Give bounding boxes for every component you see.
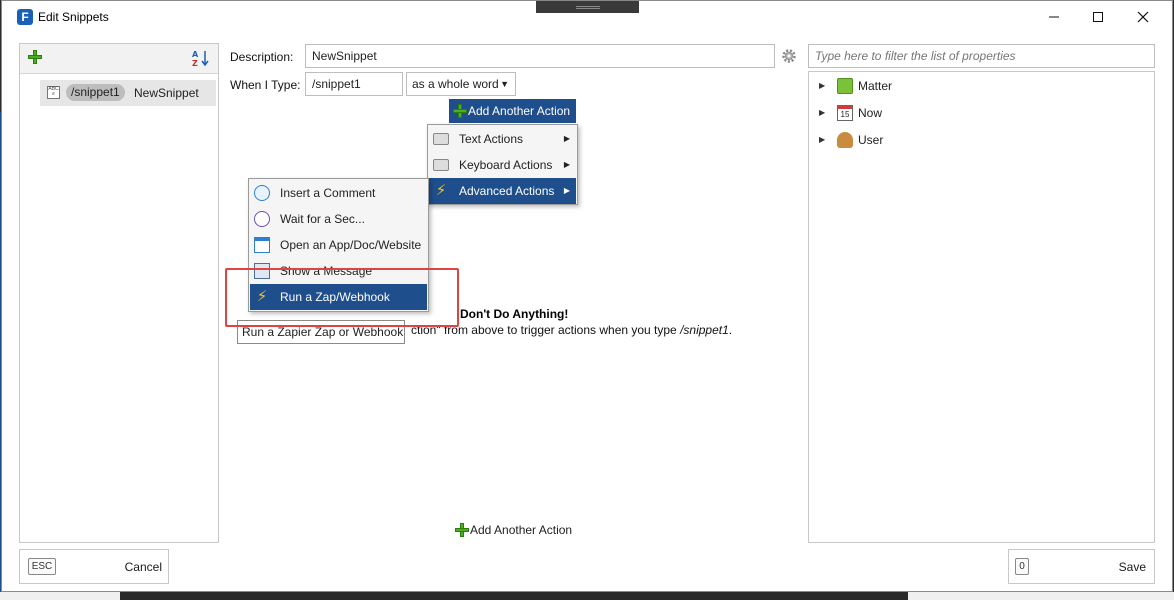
svg-text:Z: Z	[192, 59, 198, 67]
maximize-button[interactable]	[1075, 1, 1121, 31]
add-another-action-button-bottom[interactable]: Add Another Action	[451, 518, 578, 542]
description-label: Description:	[230, 50, 294, 64]
close-button[interactable]	[1120, 1, 1166, 31]
save-key-hint: 0	[1015, 558, 1029, 575]
abbreviation-field[interactable]: /snippet1	[305, 72, 403, 96]
match-mode-value: as a whole word	[412, 77, 499, 91]
snippet-text-icon: ABC ≡	[47, 86, 60, 99]
empty-state-snippet: /snippet1	[680, 323, 729, 337]
snippet-list-item[interactable]: ABC ≡ /snippet1 NewSnippet	[40, 80, 216, 106]
desktop-dark-strip	[120, 592, 908, 600]
minimize-icon	[1049, 16, 1059, 18]
keyboard-icon	[433, 133, 449, 145]
menu-item-label: Advanced Actions	[459, 184, 555, 198]
menu-item-label: Keyboard Actions	[459, 158, 553, 172]
settings-button[interactable]	[781, 48, 797, 64]
submenu-arrow-icon: ▶	[563, 186, 570, 195]
comment-icon	[254, 185, 270, 201]
tree-item-label: User	[858, 133, 884, 147]
window-icon	[254, 237, 270, 253]
window-title: Edit Snippets	[38, 10, 109, 24]
add-snippet-button[interactable]	[28, 50, 45, 66]
maximize-icon	[1093, 12, 1103, 23]
cancel-button[interactable]: ESC Cancel	[19, 549, 169, 584]
gear-icon	[782, 49, 796, 63]
expand-arrow-icon[interactable]: ▶	[819, 129, 825, 151]
menu-item-wait[interactable]: Wait for a Sec...	[250, 206, 427, 232]
submenu-arrow-icon: ▶	[563, 134, 570, 143]
close-icon	[1137, 11, 1149, 23]
empty-state-title: Don't Do Anything!	[460, 307, 569, 321]
expand-arrow-icon[interactable]: ▶	[819, 102, 825, 124]
svg-text:A: A	[192, 50, 199, 59]
add-action-label: Add Another Action	[470, 523, 573, 537]
drag-grip[interactable]	[536, 1, 639, 13]
submenu-arrow-icon: ▶	[563, 160, 570, 169]
snippet-list-toolbar: A Z	[20, 44, 218, 74]
esc-key-hint: ESC	[28, 558, 56, 575]
app-logo-icon: F	[17, 9, 33, 25]
edit-snippets-window: F Edit Snippets A Z ABC ≡ /snippet1 NewS…	[1, 0, 1173, 592]
snippet-name: NewSnippet	[134, 86, 199, 100]
calendar-icon: 15	[837, 105, 853, 121]
cancel-label: Cancel	[124, 560, 162, 574]
clock-icon	[254, 211, 270, 227]
title-bar: F Edit Snippets	[2, 1, 1172, 33]
snippet-abbreviation: /snippet1	[66, 84, 125, 101]
when-i-type-label: When I Type:	[230, 78, 301, 92]
keyboard-icon	[433, 159, 449, 171]
menu-item-label: Insert a Comment	[280, 186, 376, 200]
menu-item-label: Open an App/Doc/Website	[280, 238, 422, 252]
match-mode-dropdown[interactable]: as a whole word ▼	[406, 72, 516, 96]
save-button[interactable]: 0 Save	[1008, 549, 1155, 584]
chevron-down-icon: ▼	[500, 79, 509, 89]
sort-az-icon: A Z	[192, 50, 209, 68]
sort-button[interactable]: A Z	[192, 49, 210, 70]
tree-item-label: Now	[858, 106, 883, 120]
menu-item-label: Wait for a Sec...	[280, 212, 365, 226]
empty-state-body: ction" from above to trigger actions whe…	[411, 323, 732, 337]
menu-item-advanced-actions[interactable]: ⚡ Advanced Actions ▶	[429, 178, 576, 204]
menu-item-insert-comment[interactable]: Insert a Comment	[250, 180, 427, 206]
folder-icon	[837, 78, 853, 94]
minimize-button[interactable]	[1031, 1, 1077, 31]
action-menu: Text Actions ▶ Keyboard Actions ▶ ⚡ Adva…	[427, 124, 578, 205]
description-field[interactable]: NewSnippet	[305, 44, 775, 68]
plus-icon	[455, 523, 469, 537]
tree-item-label: Matter	[858, 79, 893, 93]
save-label: Save	[1118, 560, 1146, 574]
plus-icon	[28, 50, 44, 66]
expand-arrow-icon[interactable]: ▶	[819, 75, 825, 97]
snippet-list-panel: A Z ABC ≡ /snippet1 NewSnippet	[19, 43, 219, 543]
property-filter-input[interactable]	[808, 44, 1155, 68]
menu-item-text-actions[interactable]: Text Actions ▶	[429, 126, 576, 152]
properties-panel: ▶ Matter ▶ 15 Now ▶ User	[808, 71, 1155, 543]
add-action-label: Add Another Action	[468, 104, 571, 118]
empty-state-suffix: .	[728, 323, 733, 337]
highlight-box	[225, 268, 459, 327]
plus-icon	[453, 104, 467, 118]
user-icon	[837, 132, 853, 148]
menu-item-open-app[interactable]: Open an App/Doc/Website	[250, 232, 427, 258]
add-another-action-button-top[interactable]: Add Another Action	[449, 99, 577, 123]
menu-item-label: Text Actions	[459, 132, 524, 146]
lightning-icon: ⚡	[435, 182, 447, 199]
menu-item-keyboard-actions[interactable]: Keyboard Actions ▶	[429, 152, 576, 178]
